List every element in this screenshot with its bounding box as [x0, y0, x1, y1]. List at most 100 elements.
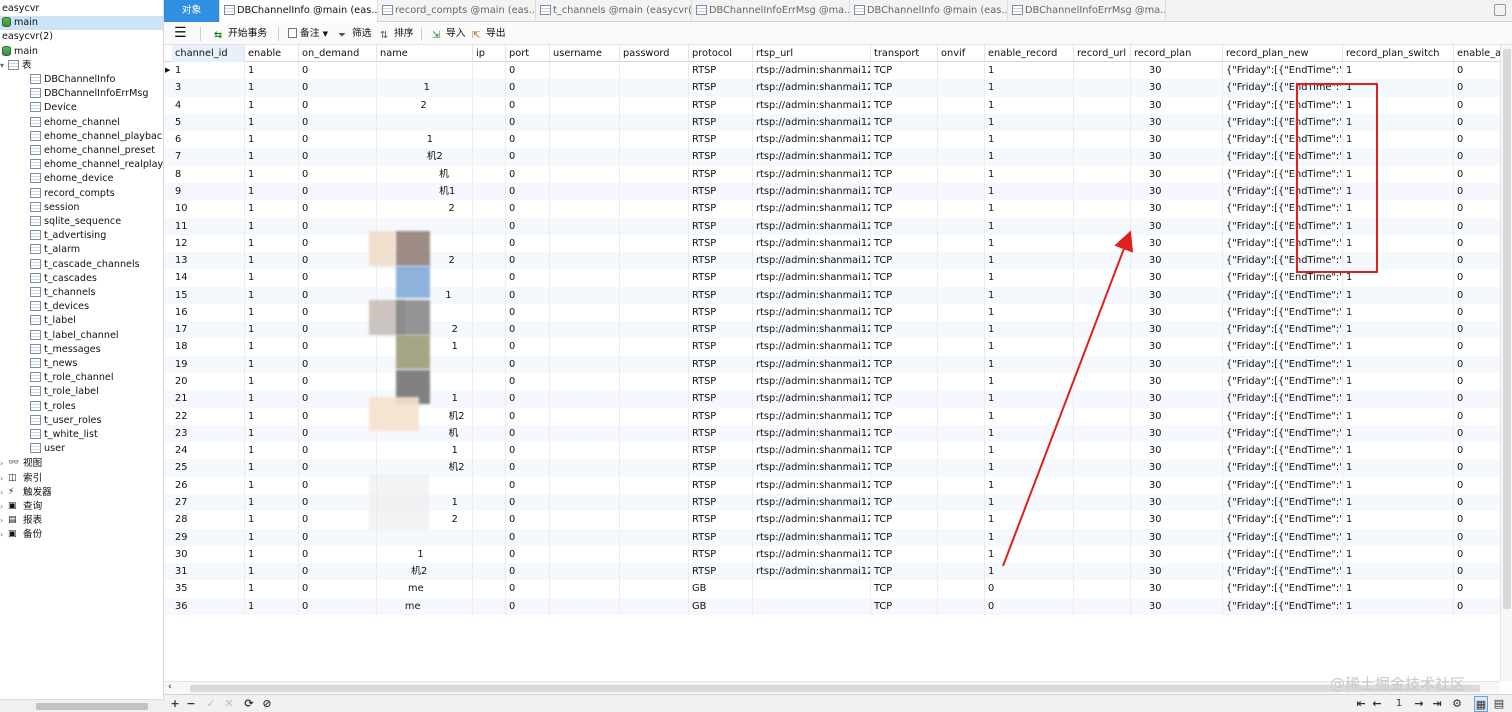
- cell-record-plan-new[interactable]: {"Friday":[{"EndTime":"23:: [1223, 442, 1343, 460]
- cell-name[interactable]: 机2: [377, 148, 473, 166]
- cell-password[interactable]: [620, 113, 689, 131]
- cell-port[interactable]: 0: [506, 79, 550, 97]
- cell-username[interactable]: [550, 96, 620, 114]
- cell-transport[interactable]: TCP: [871, 252, 938, 270]
- cell-ip[interactable]: [473, 96, 506, 114]
- cell-name[interactable]: 1: [377, 79, 473, 97]
- cell-record-url[interactable]: [1074, 269, 1131, 287]
- cell-record-url[interactable]: [1074, 407, 1131, 425]
- cell-record-plan[interactable]: 30: [1131, 165, 1223, 183]
- cell-ip[interactable]: [473, 580, 506, 598]
- cell-onvif[interactable]: [938, 355, 985, 373]
- cell-enable[interactable]: 1: [245, 390, 299, 408]
- nav-table-item[interactable]: t_label: [0, 314, 163, 328]
- cell-onvif[interactable]: [938, 165, 985, 183]
- cell-ip[interactable]: [473, 217, 506, 235]
- nav-backup-item[interactable]: › ▣ 备份: [0, 527, 163, 541]
- table-row[interactable]: 28 1 0 2 0 RTSP rtsp://admin:shanmai123(TCP 1 3…: [164, 511, 1512, 529]
- cell-enable-a[interactable]: 0: [1454, 148, 1504, 166]
- cell-enable[interactable]: 1: [245, 252, 299, 270]
- table-row[interactable]: 20 1 0 0 RTSP rtsp://admin:shanmai123(TCP 1 30{…: [164, 373, 1512, 391]
- cell-enable-record[interactable]: 1: [985, 165, 1074, 183]
- cell-record-plan-new[interactable]: {"Friday":[{"EndTime":"23:: [1223, 286, 1343, 304]
- cell-channel-id[interactable]: 13: [172, 252, 245, 270]
- cell-port[interactable]: 0: [506, 286, 550, 304]
- column-header-onvif[interactable]: onvif: [938, 45, 985, 62]
- cell-channel-id[interactable]: 36: [172, 597, 245, 615]
- cell-ip[interactable]: [473, 390, 506, 408]
- table-row[interactable]: 3610 me0GBTCP030{"Friday":[{"EndTime":"2…: [164, 597, 1512, 615]
- cell-protocol[interactable]: RTSP: [689, 113, 753, 131]
- cell-enable[interactable]: 1: [245, 545, 299, 563]
- cell-record-plan-switch[interactable]: 1: [1343, 373, 1454, 391]
- cell-transport[interactable]: TCP: [871, 269, 938, 287]
- cell-protocol[interactable]: RTSP: [689, 148, 753, 166]
- cell-enable-record[interactable]: 1: [985, 494, 1074, 511]
- nav-table-item[interactable]: ehome_channel_realplay: [0, 158, 163, 172]
- cell-onvif[interactable]: [938, 511, 985, 529]
- cell-protocol[interactable]: RTSP: [689, 407, 753, 425]
- nav-table-item[interactable]: t_alarm: [0, 243, 163, 257]
- cell-password[interactable]: [620, 96, 689, 114]
- cell-record-url[interactable]: [1074, 200, 1131, 218]
- cell-channel-id[interactable]: 10: [172, 200, 245, 218]
- cell-record-plan[interactable]: 30: [1131, 303, 1223, 321]
- cell-ip[interactable]: [473, 597, 506, 615]
- nav-table-item[interactable]: t_messages: [0, 343, 163, 357]
- cell-on-demand[interactable]: 0: [299, 442, 377, 460]
- cell-enable-a[interactable]: 0: [1454, 459, 1504, 477]
- nav-table-item[interactable]: ehome_channel_preset: [0, 144, 163, 158]
- cell-record-plan[interactable]: 30: [1131, 217, 1223, 235]
- cell-transport[interactable]: TCP: [871, 338, 938, 356]
- nav-conn-item[interactable]: easycvr: [0, 2, 163, 16]
- cell-transport[interactable]: TCP: [871, 390, 938, 408]
- cell-protocol[interactable]: RTSP: [689, 182, 753, 200]
- cell-onvif[interactable]: [938, 563, 985, 581]
- expand-arrow-icon[interactable]: ›: [0, 500, 8, 514]
- cell-record-plan-switch[interactable]: 1: [1343, 580, 1454, 598]
- cell-protocol[interactable]: RTSP: [689, 563, 753, 581]
- cell-record-plan-switch[interactable]: 1: [1343, 545, 1454, 563]
- cell-enable-a[interactable]: 0: [1454, 165, 1504, 183]
- cell-onvif[interactable]: [938, 182, 985, 200]
- nav-table-item[interactable]: t_roles: [0, 400, 163, 414]
- cell-protocol[interactable]: GB: [689, 580, 753, 598]
- cell-rtsp-url[interactable]: rtsp://admin:shanmai123(: [753, 200, 871, 218]
- cell-port[interactable]: 0: [506, 113, 550, 131]
- cell-ip[interactable]: [473, 442, 506, 460]
- cell-port[interactable]: 0: [506, 165, 550, 183]
- cell-record-plan[interactable]: 30: [1131, 200, 1223, 218]
- cell-record-url[interactable]: [1074, 442, 1131, 460]
- cell-name[interactable]: 1: [377, 442, 473, 460]
- cell-record-plan-switch[interactable]: 1: [1343, 286, 1454, 304]
- cell-protocol[interactable]: RTSP: [689, 252, 753, 270]
- filter-button[interactable]: ⏷ 筛选: [338, 26, 372, 42]
- cell-port[interactable]: 0: [506, 355, 550, 373]
- cell-channel-id[interactable]: 11: [172, 217, 245, 235]
- cell-enable[interactable]: 1: [245, 442, 299, 460]
- cell-username[interactable]: [550, 303, 620, 321]
- expand-arrow-icon[interactable]: ›: [0, 472, 8, 486]
- cell-onvif[interactable]: [938, 113, 985, 131]
- cell-username[interactable]: [550, 79, 620, 97]
- cell-ip[interactable]: [473, 131, 506, 149]
- cell-enable-a[interactable]: 0: [1454, 580, 1504, 598]
- cell-rtsp-url[interactable]: rtsp://admin:shanmai123(: [753, 234, 871, 252]
- cell-on-demand[interactable]: 0: [299, 303, 377, 321]
- cell-port[interactable]: 0: [506, 390, 550, 408]
- cell-port[interactable]: 0: [506, 338, 550, 356]
- cell-record-url[interactable]: [1074, 96, 1131, 114]
- cell-record-plan[interactable]: 30: [1131, 494, 1223, 511]
- cell-enable-record[interactable]: 1: [985, 442, 1074, 460]
- cell-enable-record[interactable]: 1: [985, 563, 1074, 581]
- cell-record-plan-new[interactable]: {"Friday":[{"EndTime":"23:: [1223, 355, 1343, 373]
- cell-protocol[interactable]: RTSP: [689, 200, 753, 218]
- cell-enable-a[interactable]: 0: [1454, 494, 1504, 511]
- cell-enable-record[interactable]: 1: [985, 113, 1074, 131]
- cell-enable[interactable]: 1: [245, 459, 299, 477]
- cell-port[interactable]: 0: [506, 234, 550, 252]
- cell-password[interactable]: [620, 200, 689, 218]
- cell-ip[interactable]: [473, 563, 506, 581]
- cell-record-plan-switch[interactable]: 1: [1343, 62, 1454, 79]
- cell-username[interactable]: [550, 511, 620, 529]
